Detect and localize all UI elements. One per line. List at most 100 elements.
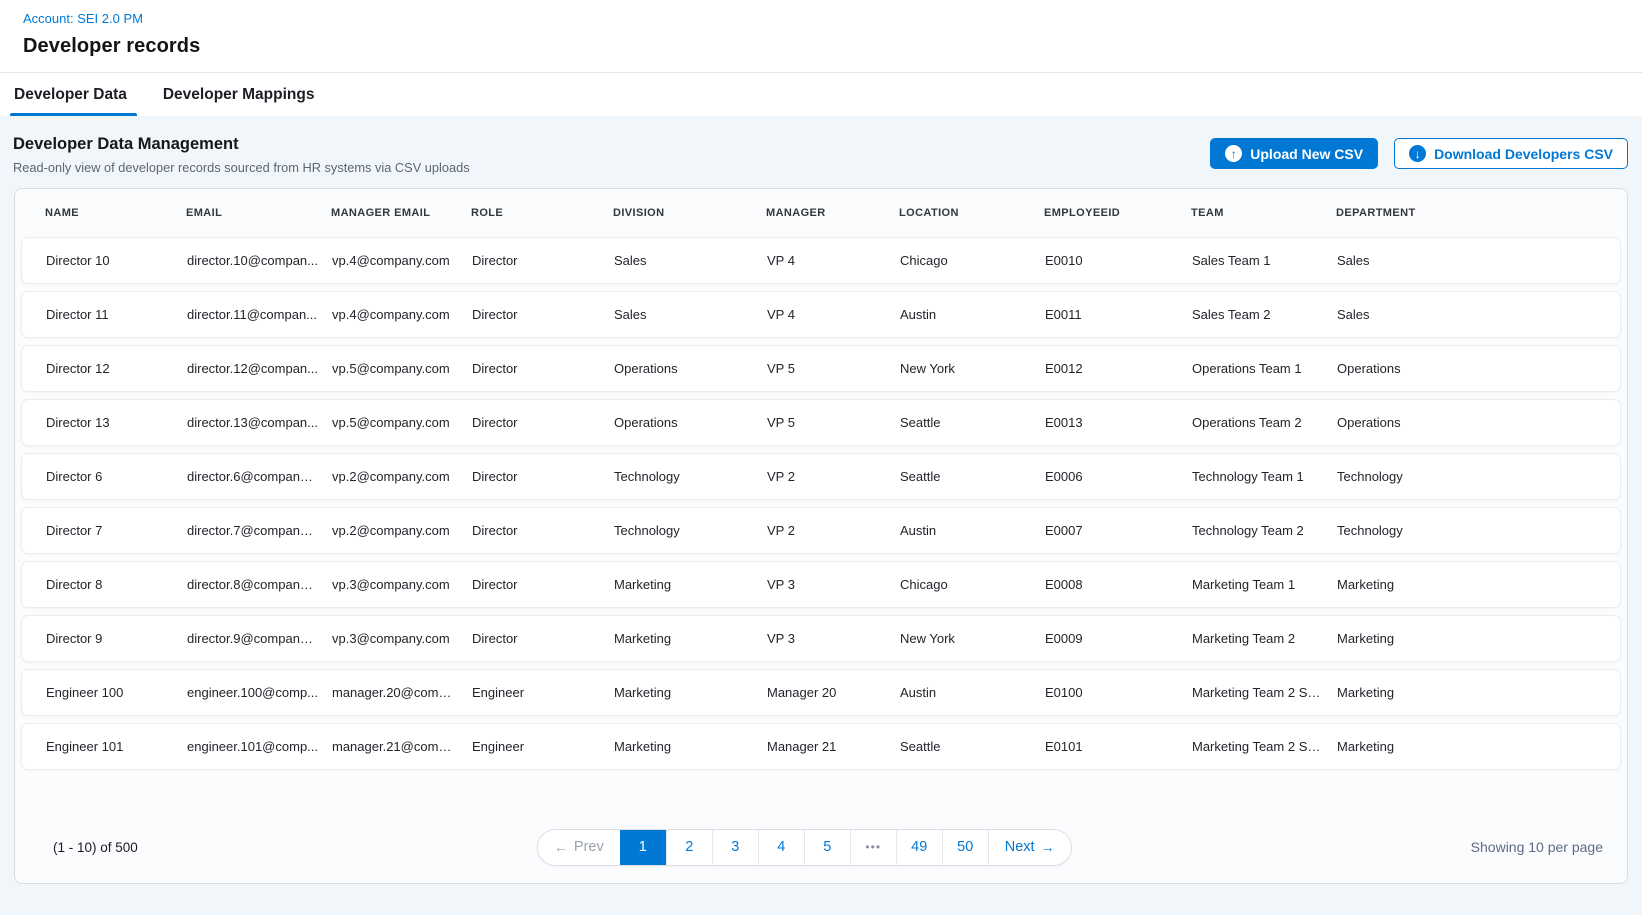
table-cell: E0011 [1045, 307, 1192, 322]
upload-icon: ↑ [1225, 145, 1242, 162]
table-row[interactable]: Director 7director.7@company....vp.2@com… [21, 507, 1621, 554]
table-cell: engineer.100@comp... [187, 685, 332, 700]
table-cell: Chicago [900, 577, 1045, 592]
table-row[interactable]: Director 10director.10@compan...vp.4@com… [21, 237, 1621, 284]
table-cell: VP 3 [767, 577, 900, 592]
table-row[interactable]: Director 13director.13@compan...vp.5@com… [21, 399, 1621, 446]
table-cell: Operations Team 2 [1192, 415, 1337, 430]
table-cell: Director 9 [46, 631, 187, 646]
table-cell: Director 10 [46, 253, 187, 268]
table-cell: director.8@company.... [187, 577, 332, 592]
pagination-page-49[interactable]: 49 [896, 830, 942, 865]
upload-new-csv-button[interactable]: ↑ Upload New CSV [1210, 138, 1378, 169]
table-row[interactable]: Director 6director.6@company....vp.2@com… [21, 453, 1621, 500]
table-cell: Marketing Team 2 Su... [1192, 739, 1337, 754]
table-cell: Director [472, 361, 614, 376]
table-cell: Technology [614, 523, 767, 538]
developer-data-section: Developer Data Management Read-only view… [0, 116, 1642, 915]
table-row[interactable]: Director 11director.11@compan...vp.4@com… [21, 291, 1621, 338]
pagination-next-button[interactable]: Next → [988, 830, 1071, 865]
section-subtitle: Read-only view of developer records sour… [13, 160, 470, 175]
table-cell: Sales [614, 253, 767, 268]
tab-developer-mappings[interactable]: Developer Mappings [161, 76, 317, 116]
table-cell: E0007 [1045, 523, 1192, 538]
pagination-page-3[interactable]: 3 [712, 830, 758, 865]
table-cell: Marketing [614, 631, 767, 646]
table-cell: Technology [614, 469, 767, 484]
table-row[interactable]: Engineer 101engineer.101@comp...manager.… [21, 723, 1621, 770]
column-header-employeeid: EMPLOYEEID [1044, 207, 1191, 219]
table-cell: Operations [1337, 415, 1620, 430]
table-cell: New York [900, 631, 1045, 646]
table-cell: Marketing Team 2 [1192, 631, 1337, 646]
column-header-manager-email: MANAGER EMAIL [331, 207, 471, 219]
table-cell: director.7@company.... [187, 523, 332, 538]
table-cell: Sales [1337, 253, 1620, 268]
table-cell: Technology Team 1 [1192, 469, 1337, 484]
table-cell: Engineer 101 [46, 739, 187, 754]
column-header-name: NAME [45, 207, 186, 219]
column-header-team: TEAM [1191, 207, 1336, 219]
table-cell: Marketing Team 2 Su... [1192, 685, 1337, 700]
tab-developer-data[interactable]: Developer Data [12, 76, 129, 116]
table-cell: Director [472, 631, 614, 646]
table-cell: director.13@compan... [187, 415, 332, 430]
table-cell: E0012 [1045, 361, 1192, 376]
table-cell: New York [900, 361, 1045, 376]
section-title: Developer Data Management [13, 135, 470, 154]
table-row[interactable]: Engineer 100engineer.100@comp...manager.… [21, 669, 1621, 716]
table-cell: Director [472, 523, 614, 538]
table-row[interactable]: Director 8director.8@company....vp.3@com… [21, 561, 1621, 608]
download-developers-csv-button[interactable]: ↓ Download Developers CSV [1394, 138, 1628, 169]
table-cell: Seattle [900, 469, 1045, 484]
table-cell: vp.4@company.com [332, 307, 472, 322]
tab-bar: Developer Data Developer Mappings [0, 72, 1642, 116]
table-cell: Director [472, 415, 614, 430]
table-cell: vp.4@company.com [332, 253, 472, 268]
page-header: Account: SEI 2.0 PM Developer records [0, 0, 1642, 58]
table-cell: Engineer [472, 685, 614, 700]
table-cell: Manager 20 [767, 685, 900, 700]
table-row[interactable]: Director 9director.9@company....vp.3@com… [21, 615, 1621, 662]
table-cell: Seattle [900, 739, 1045, 754]
account-breadcrumb-link[interactable]: Account: SEI 2.0 PM [23, 11, 143, 26]
pagination-page-4[interactable]: 4 [758, 830, 804, 865]
table-cell: Technology Team 2 [1192, 523, 1337, 538]
table-cell: Technology [1337, 469, 1620, 484]
table-cell: VP 3 [767, 631, 900, 646]
pagination-page-5[interactable]: 5 [804, 830, 850, 865]
table-cell: Director 8 [46, 577, 187, 592]
table-cell: VP 5 [767, 361, 900, 376]
column-header-department: DEPARTMENT [1336, 207, 1627, 219]
upload-button-label: Upload New CSV [1250, 146, 1363, 162]
table-cell: vp.2@company.com [332, 469, 472, 484]
table-cell: Sales Team 1 [1192, 253, 1337, 268]
table-cell: Marketing Team 1 [1192, 577, 1337, 592]
pagination-page-50[interactable]: 50 [942, 830, 988, 865]
column-header-division: DIVISION [613, 207, 766, 219]
per-page-label: Showing 10 per page [1471, 839, 1603, 855]
table-cell: VP 4 [767, 253, 900, 268]
table-cell: Marketing [1337, 631, 1620, 646]
table-cell: Director [472, 577, 614, 592]
table-cell: Operations [1337, 361, 1620, 376]
table-cell: director.11@compan... [187, 307, 332, 322]
next-button-label: Next [1005, 839, 1035, 855]
table-cell: Director 13 [46, 415, 187, 430]
pagination-page-1[interactable]: 1 [620, 830, 666, 865]
table-cell: VP 2 [767, 469, 900, 484]
next-arrow-icon: → [1041, 840, 1055, 854]
table-cell: Sales [614, 307, 767, 322]
section-actions: ↑ Upload New CSV ↓ Download Developers C… [1210, 135, 1628, 169]
pagination-prev-button[interactable]: ← Prev [538, 830, 620, 865]
table-cell: Sales [1337, 307, 1620, 322]
table-row[interactable]: Director 12director.12@compan...vp.5@com… [21, 345, 1621, 392]
table-footer: (1 - 10) of 500 ← Prev 12345•••4950 Next… [15, 811, 1627, 883]
table-cell: director.12@compan... [187, 361, 332, 376]
table-cell: Marketing [1337, 739, 1620, 754]
pagination: ← Prev 12345•••4950 Next → [537, 829, 1072, 866]
table-cell: E0006 [1045, 469, 1192, 484]
column-header-email: EMAIL [186, 207, 331, 219]
pagination-page-2[interactable]: 2 [666, 830, 712, 865]
section-title-block: Developer Data Management Read-only view… [13, 135, 470, 175]
